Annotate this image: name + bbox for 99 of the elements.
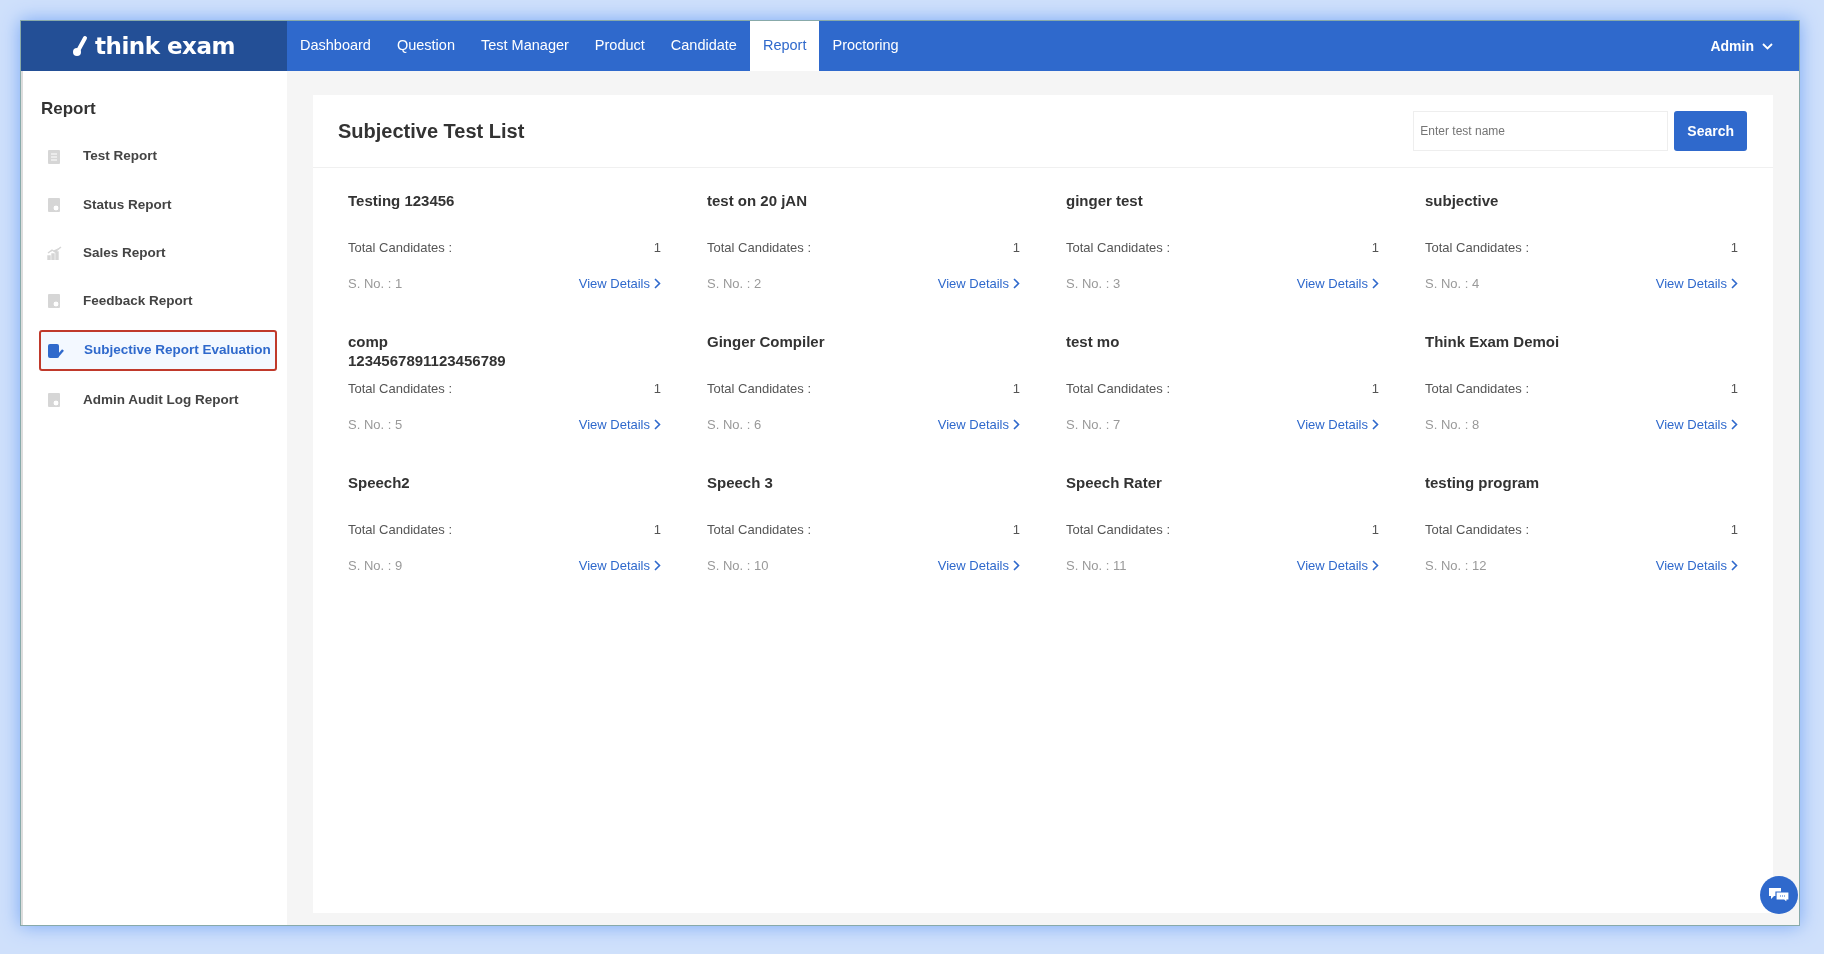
serial-number: S. No. : 1 [348,274,403,293]
search-button[interactable]: Search [1674,111,1747,151]
chevron-right-icon [1013,277,1020,289]
view-details-link[interactable]: View Details [937,273,1020,293]
test-title: test mo [1066,333,1121,352]
sidebar-item[interactable]: Feedback Report [39,282,277,321]
test-title: comp 1234567891123456789 [348,333,507,371]
page-title: Subjective Test List [338,119,525,143]
nav-tab[interactable]: Question [383,21,468,71]
candidates-count: 1 [1730,239,1738,257]
test-title: subjective [1425,192,1500,211]
view-details-link[interactable]: View Details [1296,273,1379,293]
candidates-count: 1 [1371,521,1379,539]
candidates-count: 1 [653,380,661,398]
view-details-link[interactable]: View Details [578,414,661,434]
sidebar-item[interactable]: Test Report [39,137,277,176]
chevron-right-icon [1372,277,1379,289]
view-details-link[interactable]: View Details [1296,414,1379,434]
chevron-right-icon [654,277,661,289]
chevron-right-icon [654,418,661,430]
candidates-label: Total Candidates : [348,521,453,539]
logo[interactable]: think exam [21,21,287,71]
chevron-down-icon [1762,42,1773,50]
test-title: ginger test [1066,192,1144,211]
chevron-right-icon [1372,559,1379,571]
candidates-label: Total Candidates : [707,239,812,257]
view-details-link[interactable]: View Details [1296,555,1379,575]
nav-tab[interactable]: Dashboard [287,21,384,71]
bar-chart-icon [46,244,63,262]
sidebar-item[interactable]: Sales Report [39,233,277,273]
test-title: Speech 3 [707,474,774,493]
serial-number: S. No. : 10 [707,556,769,575]
chevron-right-icon [1372,418,1379,430]
candidates-label: Total Candidates : [1066,239,1171,257]
sidebar-item[interactable]: Admin Audit Log Report [39,380,277,419]
serial-number: S. No. : 4 [1425,274,1480,293]
serial-number: S. No. : 3 [1066,274,1121,293]
test-title: test on 20 jAN [707,192,809,211]
serial-number: S. No. : 8 [1425,415,1480,434]
nav-tab[interactable]: Test Manager [468,21,582,71]
chevron-right-icon [1731,277,1738,289]
sidebar-item[interactable]: Subjective Report Evaluation [39,330,277,371]
view-details-link[interactable]: View Details [1655,273,1738,293]
test-title: testing program [1425,474,1541,493]
candidates-count: 1 [1730,380,1738,398]
candidates-count: 1 [1730,521,1738,539]
serial-number: S. No. : 2 [707,274,762,293]
view-details-link[interactable]: View Details [937,414,1020,434]
view-details-link[interactable]: View Details [937,555,1020,575]
candidates-count: 1 [1371,380,1379,398]
serial-number: S. No. : 6 [707,415,762,434]
candidates-label: Total Candidates : [707,521,812,539]
view-details-link[interactable]: View Details [1655,414,1738,434]
chevron-right-icon [654,559,661,571]
serial-number: S. No. : 11 [1066,556,1127,575]
view-details-link[interactable]: View Details [578,273,661,293]
serial-number: S. No. : 7 [1066,415,1121,434]
candidates-label: Total Candidates : [1425,380,1530,398]
nav-tab[interactable]: Candidate [657,21,750,71]
test-title: Speech2 [348,474,411,493]
candidates-count: 1 [653,521,661,539]
chat-bubbles-icon [1768,886,1790,904]
user-menu[interactable]: Admin [1704,21,1799,71]
test-title: Think Exam Demoi [1425,333,1561,352]
nav-tab[interactable]: Proctoring [819,21,912,71]
clipboard-list-icon [46,147,63,166]
chevron-right-icon [1013,559,1020,571]
serial-number: S. No. : 9 [348,556,403,575]
clipboard-pencil-icon [47,341,64,360]
candidates-label: Total Candidates : [1425,521,1530,539]
chevron-right-icon [1013,418,1020,430]
test-title: Speech Rater [1066,474,1163,493]
serial-number: S. No. : 12 [1425,556,1487,575]
sidebar-title: Report [41,99,97,120]
candidates-count: 1 [1012,239,1020,257]
view-details-link[interactable]: View Details [1655,555,1738,575]
nav-tab[interactable]: Product [581,21,658,71]
candidates-label: Total Candidates : [348,239,453,257]
clipboard-clock-icon [46,292,63,311]
candidates-count: 1 [1371,239,1379,257]
chevron-right-icon [1731,418,1738,430]
sidebar-item[interactable]: Status Report [39,185,277,224]
view-details-link[interactable]: View Details [578,555,661,575]
search-field[interactable]: Enter test name [1413,111,1669,151]
test-title: Ginger Compiler [707,333,826,352]
candidates-count: 1 [653,239,661,257]
serial-number: S. No. : 5 [348,415,403,434]
nav-tab[interactable]: Report [749,21,820,71]
candidates-count: 1 [1012,521,1020,539]
test-title: Testing 123456 [348,192,456,211]
clipboard-clock-icon [46,195,63,214]
chevron-right-icon [1731,559,1738,571]
candidates-label: Total Candidates : [707,380,812,398]
candidates-label: Total Candidates : [1425,239,1530,257]
candidates-label: Total Candidates : [1066,380,1171,398]
candidates-label: Total Candidates : [348,380,453,398]
candidates-count: 1 [1012,380,1020,398]
clipboard-clock-icon [46,390,63,409]
candidates-label: Total Candidates : [1066,521,1171,539]
